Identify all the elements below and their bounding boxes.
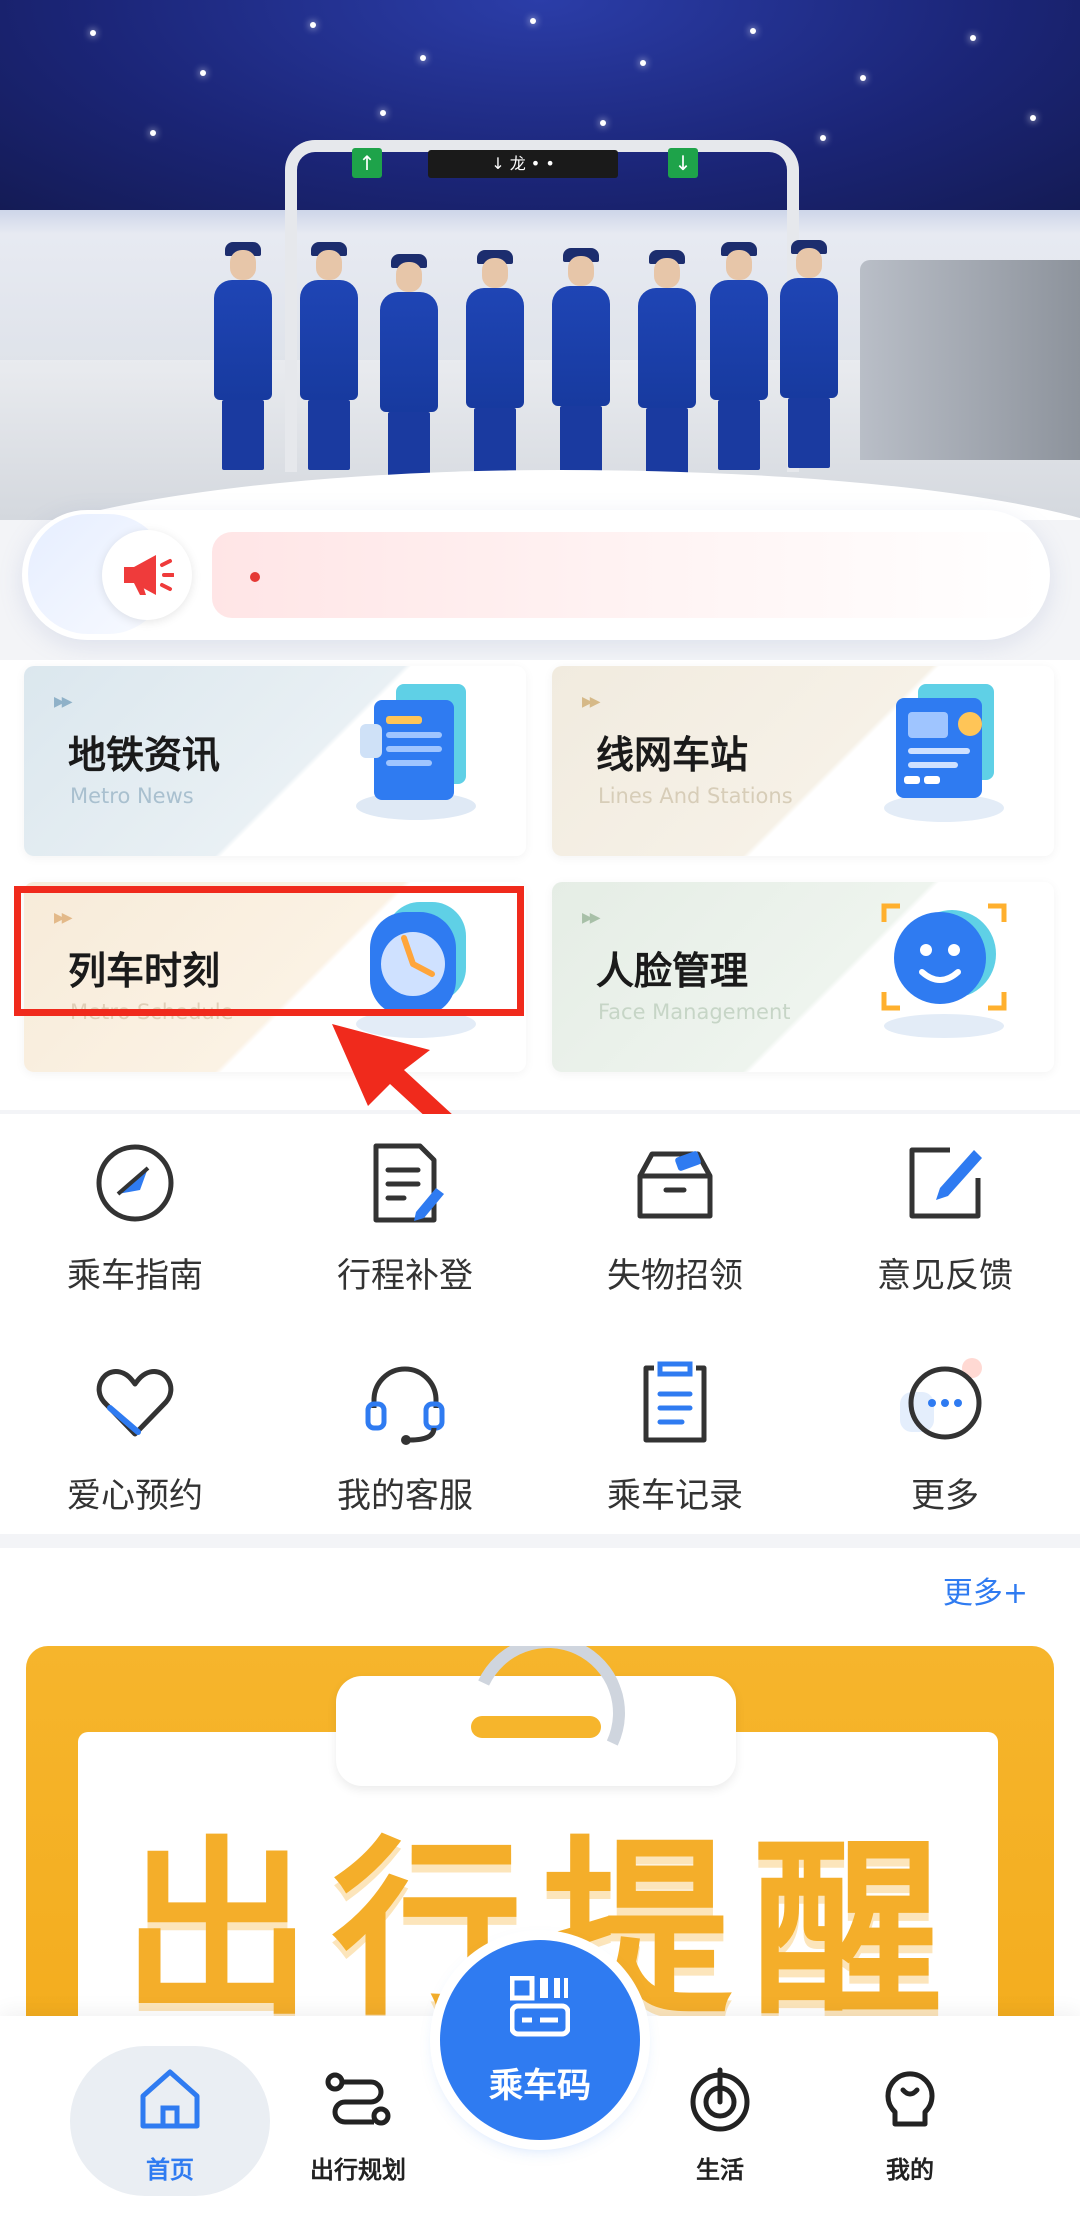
nav-trip-planning[interactable]: 出行规划 — [278, 2046, 438, 2196]
grid-item-feedback[interactable]: 意见反馈 — [810, 1114, 1080, 1296]
nav-label: 首页 — [146, 2156, 194, 2184]
nav-life[interactable]: 生活 — [640, 2046, 800, 2196]
map-screen-icon — [884, 684, 1004, 822]
more-dots-icon — [900, 1358, 982, 1440]
nav-label: 生活 — [696, 2156, 744, 2184]
news-board-icon — [356, 684, 476, 820]
more-link[interactable]: 更多+ — [943, 1568, 1028, 1612]
staff-figure — [210, 242, 274, 470]
document-edit-icon — [373, 1143, 444, 1223]
grid-label: 意见反馈 — [877, 1256, 1013, 1296]
card-metro-news[interactable]: ▶▶ 地铁资讯 Metro News — [24, 666, 526, 856]
staff-figure — [462, 250, 526, 478]
card-subtitle: Metro News — [70, 784, 194, 808]
grid-item-more[interactable]: 更多 — [810, 1334, 1080, 1516]
card-subtitle: Lines And Stations — [598, 784, 793, 808]
staff-figure — [548, 248, 612, 476]
staff-figure — [776, 240, 840, 468]
profile-icon — [885, 2071, 935, 2127]
feature-cards: ▶▶ 地铁资讯 Metro News ▶▶ 线网车站 Lines And Sta… — [0, 660, 1080, 1110]
grid-item-love-appointment[interactable]: 爱心预约 — [0, 1334, 270, 1516]
home-icon — [140, 2069, 200, 2129]
staff-figure — [634, 250, 698, 478]
grid-item-trip-makeup[interactable]: 行程补登 — [270, 1114, 540, 1296]
compass-icon — [96, 1144, 174, 1222]
grid-label: 行程补登 — [337, 1256, 473, 1296]
nav-home[interactable]: 首页 — [70, 2046, 270, 2196]
grid-item-lost-found[interactable]: 失物招领 — [540, 1114, 810, 1296]
grid-item-ride-records[interactable]: 乘车记录 — [540, 1334, 810, 1516]
heart-icon — [96, 1369, 174, 1437]
green-arrow-icon: ↑ — [352, 148, 382, 178]
grid-item-ride-guide[interactable]: 乘车指南 — [0, 1114, 270, 1296]
grid-label: 更多 — [911, 1476, 979, 1516]
station-sign: ↓ 龙 • • — [428, 150, 618, 178]
highlight-box — [14, 886, 524, 1016]
feedback-edit-icon — [909, 1147, 982, 1219]
clipboard-list-icon — [643, 1361, 707, 1443]
ride-code-button[interactable]: 乘车码 — [440, 1940, 640, 2140]
staff-figure — [706, 242, 770, 470]
card-lines-stations[interactable]: ▶▶ 线网车站 Lines And Stations — [552, 666, 1054, 856]
staff-figure — [296, 242, 360, 470]
headset-icon — [365, 1366, 445, 1445]
grid-label: 爱心预约 — [67, 1476, 203, 1516]
grid-label: 我的客服 — [337, 1476, 473, 1516]
card-title: 线网车站 — [596, 733, 749, 777]
nav-label: 出行规划 — [310, 2156, 406, 2184]
life-icon — [690, 2067, 750, 2132]
card-face-management[interactable]: ▶▶ 人脸管理 Face Management — [552, 882, 1054, 1072]
lost-found-box-icon — [637, 1151, 713, 1219]
green-arrow-icon: ↓ — [668, 148, 698, 178]
hero-banner[interactable]: ↑ ↓ 龙 • • ↓ — [0, 0, 1080, 520]
staff-figure — [376, 254, 440, 482]
notice-bar[interactable] — [22, 510, 1050, 640]
notice-marquee[interactable] — [212, 532, 1042, 618]
card-title: 地铁资讯 — [68, 733, 221, 777]
ride-code-label: 乘车码 — [489, 2066, 591, 2106]
qr-code-icon — [510, 1976, 570, 2037]
nav-label: 我的 — [886, 2156, 934, 2184]
face-scan-icon — [881, 903, 1007, 1038]
route-icon — [325, 2072, 391, 2126]
notice-dot — [250, 572, 260, 582]
grid-label: 乘车指南 — [67, 1256, 203, 1296]
card-subtitle: Face Management — [598, 1000, 791, 1024]
nav-mine[interactable]: 我的 — [830, 2046, 990, 2196]
megaphone-icon — [102, 530, 192, 620]
grid-item-customer-service[interactable]: 我的客服 — [270, 1334, 540, 1516]
grid-label: 失物招领 — [607, 1256, 743, 1296]
card-title: 人脸管理 — [596, 949, 749, 993]
grid-label: 乘车记录 — [607, 1476, 743, 1516]
ticket-gates — [860, 260, 1080, 460]
service-grid: 乘车指南 行程补登 失物招领 意见反馈 爱心预约 我的客服 乘车记录 更多 — [0, 1114, 1080, 1534]
